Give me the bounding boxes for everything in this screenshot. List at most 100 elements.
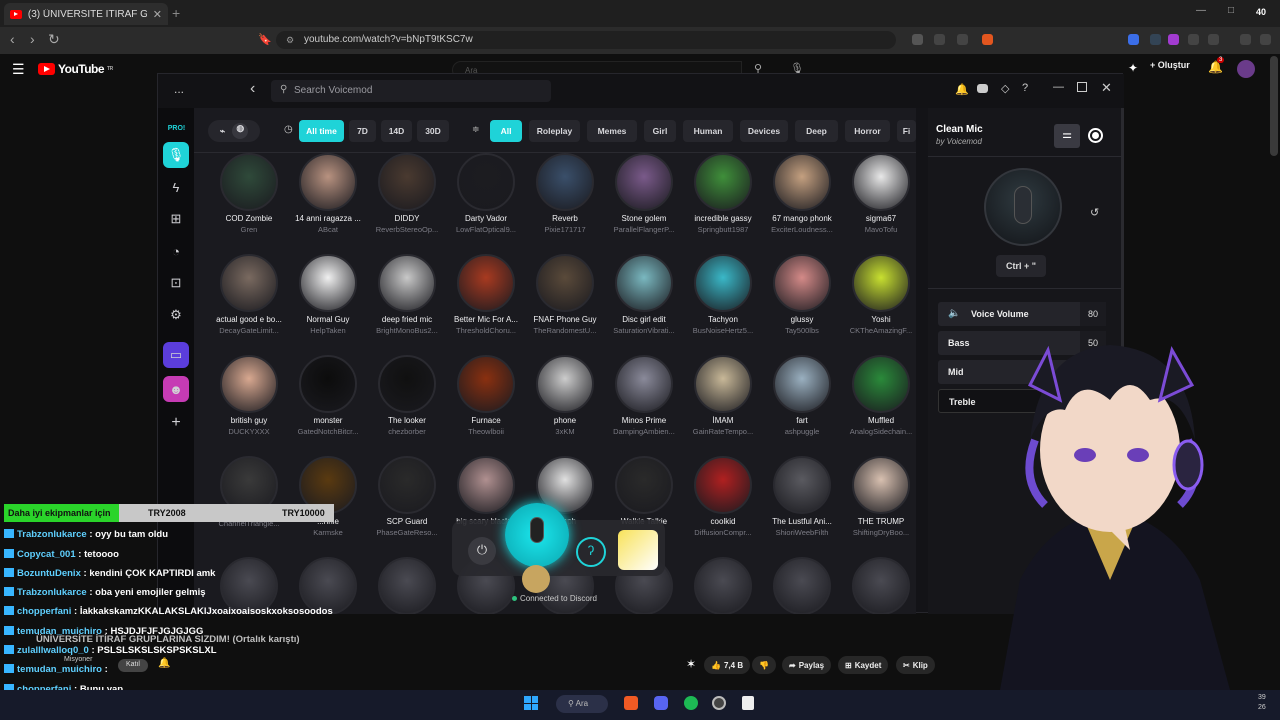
voice-card[interactable]: Furnace Theowlboii [447,355,525,455]
soundboard-nav-icon[interactable]: ϟ [163,174,189,200]
tag-icon[interactable]: ◇ [1001,82,1009,95]
voice-card[interactable]: coolkid DiffusionCompr... [684,456,762,556]
restore-icon[interactable]: □ [1228,5,1234,16]
clip-button[interactable]: ✂ Klip [896,656,935,674]
like-button[interactable]: 👍 7,4 B [704,656,751,674]
voice-card[interactable]: deep fried mic BrightMonoBus2... [368,254,446,354]
forward-icon[interactable]: › [30,31,35,47]
voice-card[interactable]: Tachyon BusNoiseHertz5... [684,254,762,354]
youtube-logo[interactable]: YouTube TR [38,62,113,76]
voice-card[interactable]: sigma67 MavoTofu [842,153,916,253]
voice-card[interactable]: İMAM GainRateTempo... [684,355,762,455]
voice-card[interactable]: DIDDY ReverbStereoOp... [368,153,446,253]
voice-card[interactable]: Minos Prime DampingAmbien... [605,355,683,455]
category-all[interactable]: All [490,120,522,142]
taskbar-search[interactable]: ⚲ Ara [556,695,608,713]
voice-card[interactable]: SCP Guard PhaseGateReso... [368,456,446,556]
discord-icon[interactable] [654,696,668,710]
browser-tab[interactable]: (3) ÜNİVERSİTE İTİRAF GRUPLARI ✕ [4,3,168,25]
cast-icon[interactable] [912,34,923,45]
voicemod-menu-icon[interactable]: ... [174,82,184,96]
extensions-puzzle-icon[interactable] [1188,34,1199,45]
new-tab-icon[interactable]: + [172,5,180,21]
voice-card[interactable]: glussy Tay500lbs [763,254,841,354]
voicemod-back-icon[interactable]: ‹ [250,80,255,98]
extension-icon[interactable] [1150,34,1161,45]
voice-card[interactable]: 67 mango phonk ExciterLoudness... [763,153,841,253]
equalizer-settings-button[interactable]: ⚌ [1054,124,1080,148]
minimize-icon[interactable]: — [1196,5,1206,16]
voice-avatar[interactable] [852,557,910,614]
media-icon[interactable] [1240,34,1251,45]
zoom-icon[interactable] [934,34,945,45]
time-filter-14d[interactable]: 14D [381,120,412,142]
voice-card[interactable]: Disc girl edit SaturationVibrati... [605,254,683,354]
extension-icon[interactable] [1168,34,1179,45]
voice-changer-toggle[interactable] [505,503,569,567]
category-horror[interactable]: Horror [845,120,890,142]
help-icon[interactable]: ? [1022,82,1028,94]
avatar-nav-icon[interactable]: ◔ [163,238,189,264]
voice-card[interactable]: fart ashpuggle [763,355,841,455]
power-button[interactable]: ⏻ [468,537,496,565]
create-video-icon[interactable]: ✦ [1128,61,1138,75]
voice-card[interactable]: COD Zombie Gren [210,153,288,253]
hotkey-button[interactable]: Ctrl + " [996,255,1046,277]
voice-card[interactable]: Yoshi CKTheAmazingF... [842,254,916,354]
voice-card[interactable]: THE TRUMP ShiftingDryBoo... [842,456,916,556]
reload-icon[interactable]: ↻ [48,31,60,48]
voicebox-nav-icon[interactable]: 🎙 [163,142,189,168]
tab-close-icon[interactable]: ✕ [153,8,162,21]
back-icon[interactable]: ‹ [10,31,15,47]
apps-nav-icon[interactable]: ⊞ [163,206,189,232]
translate-extension-icon[interactable] [1128,34,1139,45]
spotify-icon[interactable] [684,696,698,710]
settings-nav-icon[interactable]: ⚙ [163,302,189,328]
vidiq-icon[interactable]: ✶ [686,657,696,671]
file-icon[interactable] [742,696,754,710]
bookmark-icon[interactable]: 🔖 [258,33,272,46]
voice-card[interactable]: actual good e bo... DecayGateLimit... [210,254,288,354]
voice-card[interactable]: Normal Guy HelpTaken [289,254,367,354]
voice-card[interactable]: Reverb Pixie171717 [526,153,604,253]
share-icon[interactable] [957,34,968,45]
url-field[interactable]: youtube.com/watch?v=bNpT9tKSC7w [276,31,896,49]
voice-avatar[interactable] [378,557,436,614]
soundboard-shortcut[interactable] [618,530,658,570]
voice-card[interactable]: FNAF Phone Guy TheRandomestU... [526,254,604,354]
voice-avatar[interactable] [694,557,752,614]
save-button[interactable]: ⊞ Kaydet [838,656,889,674]
voice-card[interactable]: Darty Vador LowFlatOptical9... [447,153,525,253]
voice-card[interactable]: Better Mic For A... ThresholdChoru... [447,254,525,354]
avatar[interactable] [1237,60,1255,78]
voice-card[interactable]: 14 anni ragazza ... ABcat [289,153,367,253]
reset-icon[interactable]: ↺ [1090,206,1099,219]
dislike-button[interactable]: 👎 [752,656,776,674]
sidebar-icon[interactable] [1208,34,1219,45]
view-toggle[interactable]: ⌁ ◍ [208,120,260,142]
voicemod-search-input[interactable]: Search Voicemod [271,80,551,102]
menu-icon[interactable] [1260,34,1271,45]
close-icon[interactable]: ✕ [1101,80,1112,96]
voice-card[interactable]: Muffled AnalogSidechain... [842,355,916,455]
category-deep[interactable]: Deep [795,120,838,142]
filter-icon[interactable]: ≑ [472,124,480,135]
minimize-icon[interactable]: — [1053,81,1064,93]
category-memes[interactable]: Memes [587,120,637,142]
join-button[interactable]: Katıl [118,659,148,672]
category-roleplay[interactable]: Roleplay [529,120,580,142]
profile-shortcut-icon[interactable]: ☻ [163,376,189,402]
voice-card[interactable]: Stone golem ParallelFlangerP... [605,153,683,253]
voice-card[interactable]: monster GatedNotchBitcr... [289,355,367,455]
brave-icon[interactable] [624,696,638,710]
site-info-icon[interactable]: ⚙ [286,35,294,46]
category-devices[interactable]: Devices [740,120,788,142]
category-human[interactable]: Human [683,120,733,142]
share-button[interactable]: ➦ Paylaş [782,656,832,674]
hamburger-menu-icon[interactable]: ☰ [12,61,25,78]
category-more[interactable]: Fi [897,120,916,142]
category-girl[interactable]: Girl [644,120,676,142]
page-scrollbar[interactable] [1270,56,1278,156]
voice-card[interactable]: british guy DUCKYXXX [210,355,288,455]
voice-card[interactable]: The Lustful Ani... ShioriWeebFilth [763,456,841,556]
